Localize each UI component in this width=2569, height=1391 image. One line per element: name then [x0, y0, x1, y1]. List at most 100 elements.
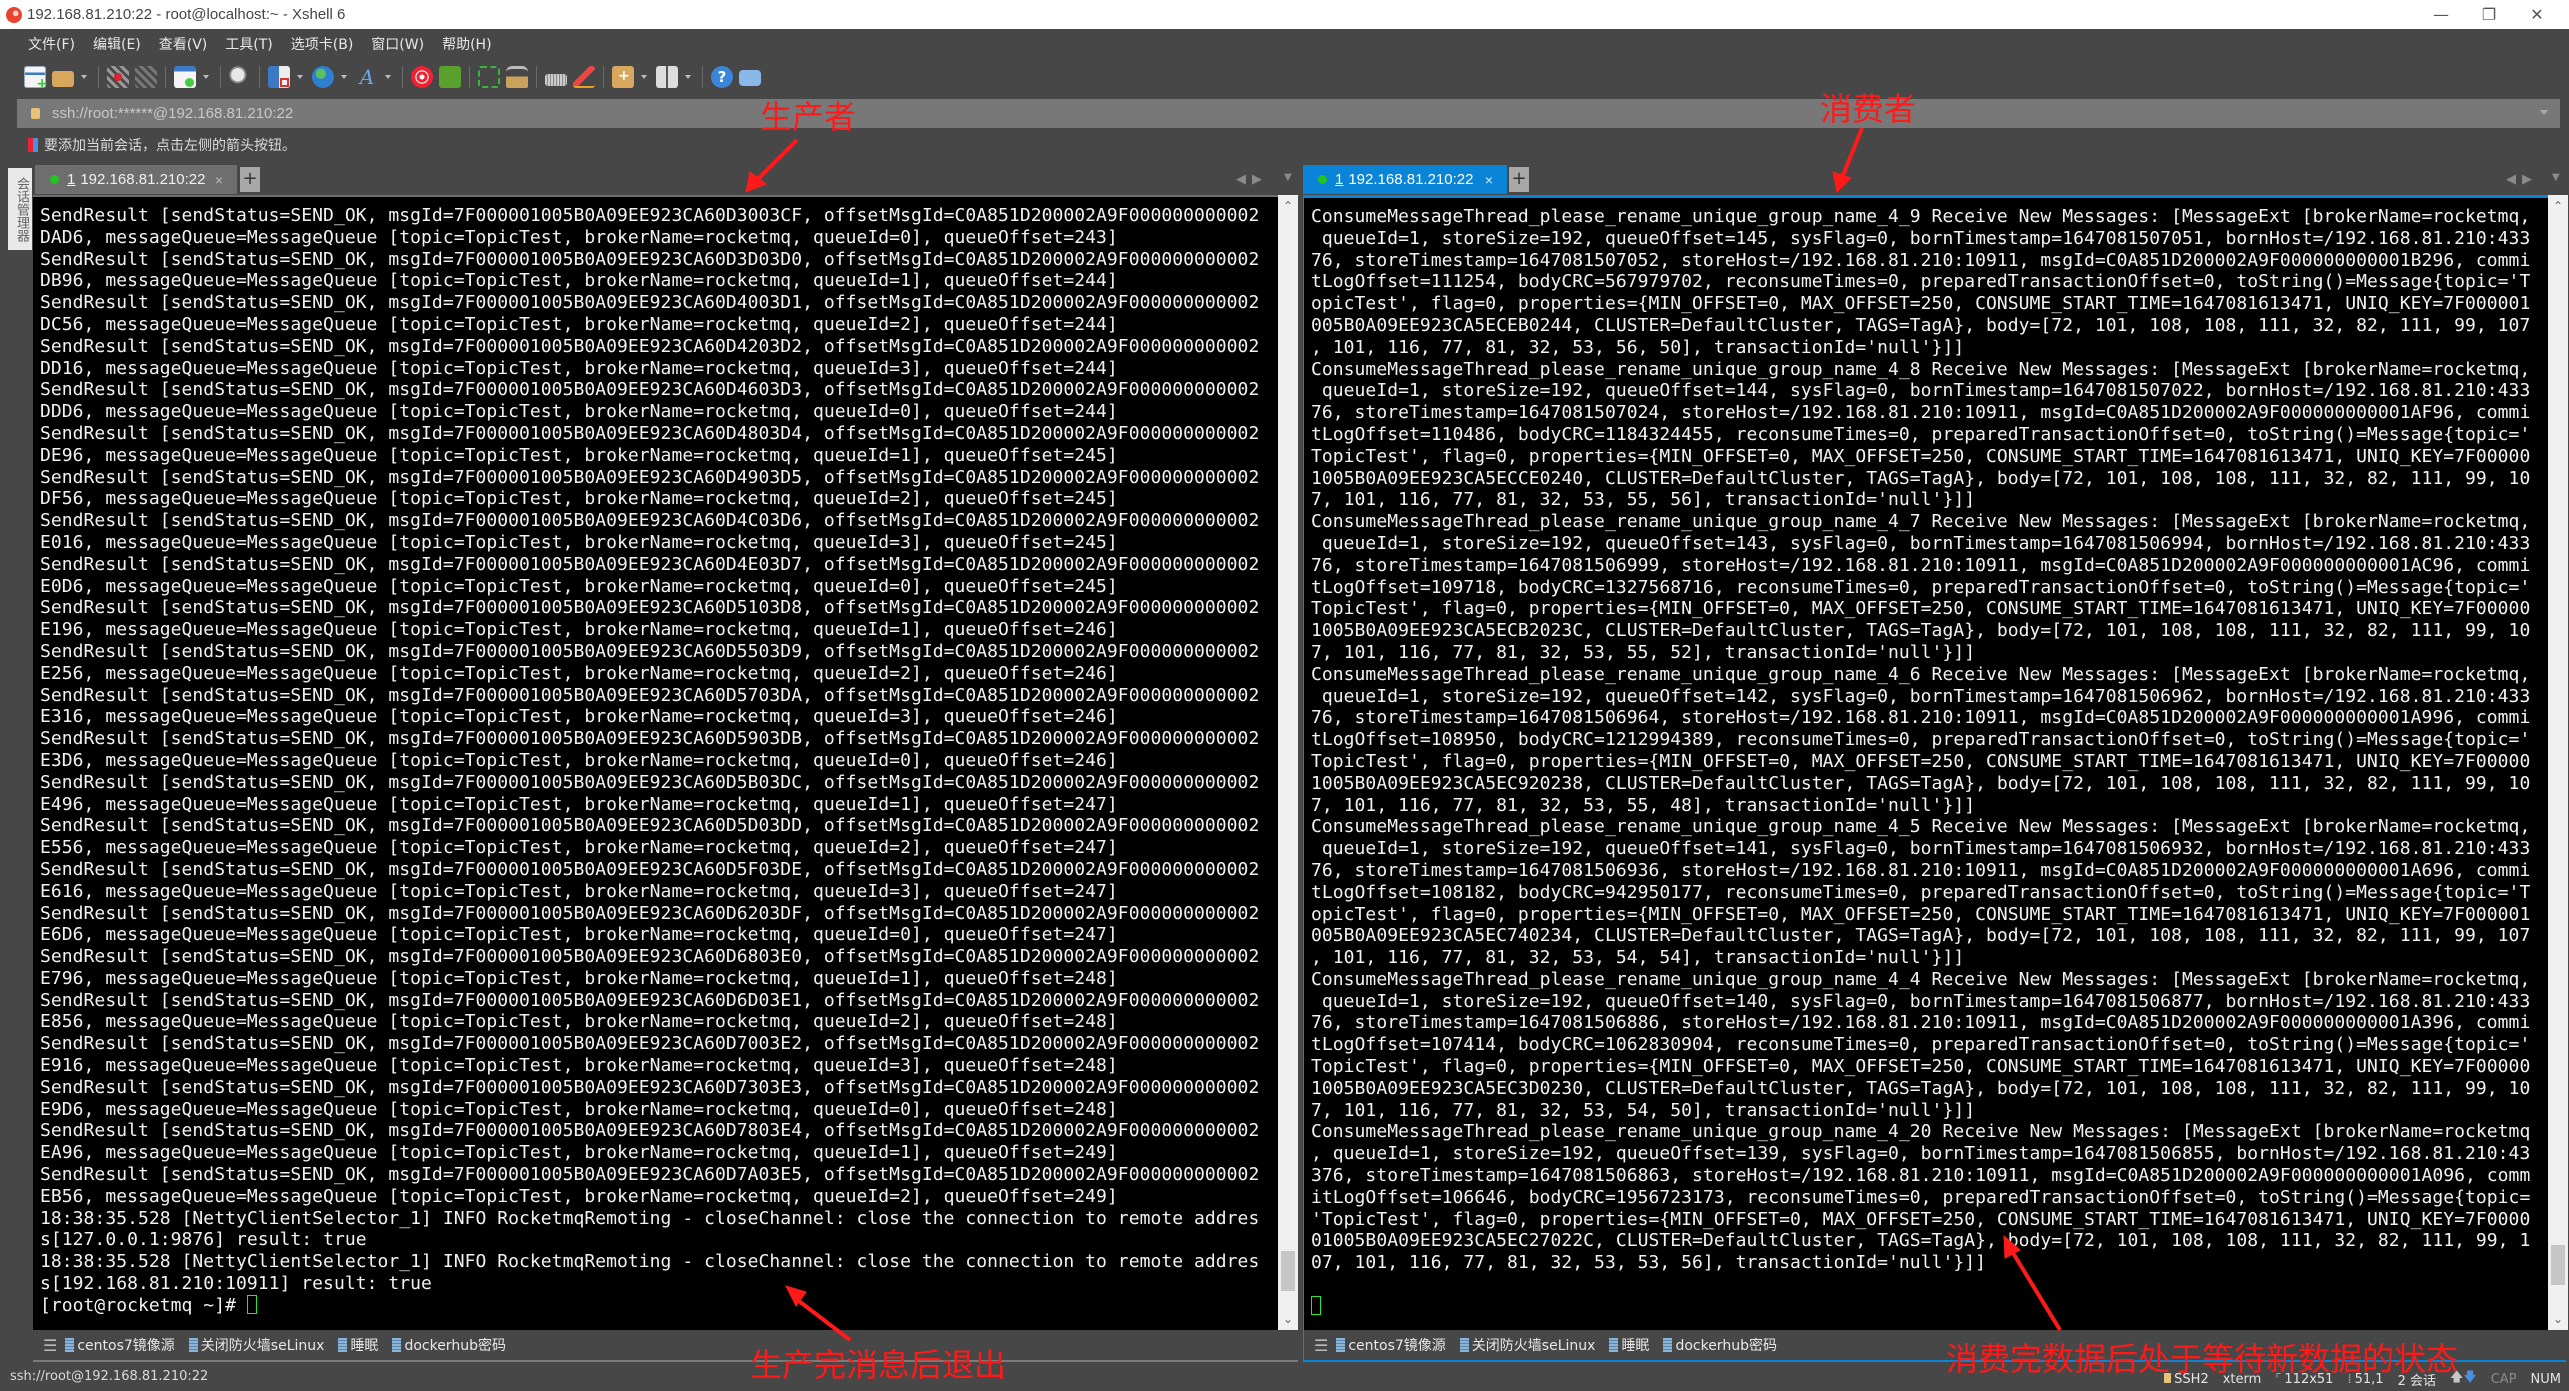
tab-right-session[interactable]: 1 192.168.81.210:22 × [1303, 165, 1507, 194]
tab-list-dropdown-icon[interactable]: ▼ [1284, 172, 1298, 183]
quick-command-icon [1459, 1338, 1469, 1352]
menu-window[interactable]: 窗口(W) [371, 34, 424, 54]
terminal-output: ConsumeMessageThread_please_rename_uniqu… [1304, 198, 2548, 1318]
toolbar-separator [469, 66, 470, 88]
address-input[interactable]: ssh://root:******@192.168.81.210:22 [52, 105, 293, 122]
disconnect-icon[interactable] [107, 66, 129, 88]
layout-icon[interactable] [656, 66, 678, 88]
toolbar-separator [98, 66, 99, 88]
quick-command-item[interactable]: 睡眠 [338, 1335, 378, 1355]
toolbar-separator [165, 66, 166, 88]
quick-command-label: centos7镜像源 [1348, 1338, 1446, 1354]
tab-left-session[interactable]: 1 192.168.81.210:22 × [35, 165, 237, 194]
connected-status-icon [50, 175, 59, 184]
xshell-window: 192.168.81.210:22 - root@localhost:~ - X… [0, 0, 2569, 1391]
scroll-thumb[interactable] [1281, 1251, 1295, 1291]
quick-command-item[interactable]: dockerhub密码 [392, 1335, 506, 1355]
terminal-producer[interactable]: SendResult [sendStatus=SEND_OK, msgId=7F… [33, 195, 1278, 1330]
terminal-scrollbar-left[interactable]: ⌃ ⌄ [1278, 195, 1298, 1330]
tab-scroll-arrows[interactable]: ◀▶ [1236, 172, 1268, 187]
minimize-button[interactable]: — [2418, 0, 2464, 29]
minimize-icon: — [2433, 5, 2449, 24]
quick-command-menu-icon[interactable]: ☰ [1314, 1336, 1328, 1355]
quick-command-item[interactable]: centos7镜像源 [65, 1335, 175, 1355]
toolbar-separator [402, 66, 403, 88]
fullscreen-icon[interactable] [478, 66, 500, 88]
download-arrow-icon: 🡇 [2463, 1370, 2477, 1385]
scroll-down-icon[interactable]: ⌄ [2548, 1312, 2568, 1326]
toolbar: + A + ? [24, 62, 767, 92]
tab-number: 1 [1335, 171, 1344, 188]
address-bar[interactable]: ssh://root:******@192.168.81.210:22 [17, 99, 2560, 128]
new-file-dropdown[interactable] [640, 66, 648, 88]
menu-help[interactable]: 帮助(H) [442, 34, 491, 54]
keyboard-icon[interactable] [545, 74, 567, 86]
font-icon[interactable]: A [356, 66, 378, 88]
add-session-arrow-icon[interactable] [28, 138, 38, 152]
quick-command-item[interactable]: 关闭防火墙seLinux [1459, 1335, 1595, 1355]
reconnect-icon[interactable] [135, 66, 157, 88]
terminal-scrollbar-right[interactable]: ⌃ ⌄ [2548, 195, 2568, 1330]
tab-label: 192.168.81.210:22 [1348, 171, 1474, 188]
quick-command-item[interactable]: 关闭防火墙seLinux [188, 1335, 325, 1355]
session-manager-tab[interactable]: 会话管理器 [8, 168, 32, 250]
layout-dropdown[interactable] [684, 66, 692, 88]
add-session-hint: 要添加当前会话，点击左侧的箭头按钮。 [28, 133, 296, 157]
open-dropdown[interactable] [80, 66, 88, 88]
open-folder-icon[interactable] [52, 71, 74, 87]
add-tab-button[interactable]: + [1509, 167, 1529, 192]
connected-status-icon [1318, 175, 1327, 184]
close-tab-icon[interactable]: × [215, 172, 223, 188]
quick-command-item[interactable]: dockerhub密码 [1663, 1335, 1777, 1355]
menu-tabs[interactable]: 选项卡(B) [291, 34, 354, 54]
scroll-thumb[interactable] [2551, 1245, 2565, 1285]
close-icon: ✕ [2530, 5, 2544, 24]
menu-edit[interactable]: 编辑(E) [93, 34, 141, 54]
terminal-output: SendResult [sendStatus=SEND_OK, msgId=7F… [40, 205, 1260, 1316]
tab-list-dropdown-icon[interactable]: ▼ [2552, 172, 2566, 183]
toolbar-separator [702, 66, 703, 88]
xftp-icon[interactable] [439, 66, 461, 88]
properties-dropdown[interactable] [202, 66, 210, 88]
menu-bar: 文件(F) 编辑(E) 查看(V) 工具(T) 选项卡(B) 窗口(W) 帮助(… [10, 29, 492, 59]
scroll-down-icon[interactable]: ⌄ [1278, 1312, 1298, 1326]
globe-icon[interactable] [312, 66, 334, 88]
terminal-cursor [246, 1294, 257, 1314]
restore-button[interactable]: ❐ [2466, 0, 2512, 29]
quick-command-menu-icon[interactable]: ☰ [43, 1336, 57, 1355]
menu-file[interactable]: 文件(F) [28, 34, 75, 54]
help-icon[interactable]: ? [711, 66, 733, 88]
close-tab-icon[interactable]: × [1485, 172, 1493, 188]
chat-icon[interactable] [739, 70, 761, 86]
new-file-icon[interactable]: + [612, 66, 634, 88]
arrow-consumer-head [1832, 171, 1852, 194]
quick-command-label: 关闭防火墙seLinux [200, 1338, 325, 1354]
status-caps-lock: CAP [2490, 1371, 2517, 1387]
lock-icon[interactable] [506, 66, 528, 88]
font-dropdown[interactable] [384, 66, 392, 88]
close-button[interactable]: ✕ [2514, 0, 2560, 29]
scroll-up-icon[interactable]: ⌃ [1278, 199, 1298, 213]
find-icon[interactable] [229, 66, 251, 88]
tab-scroll-arrows[interactable]: ◀▶ [2506, 172, 2538, 187]
add-tab-button[interactable]: + [240, 167, 260, 192]
highlight-icon[interactable] [573, 66, 595, 88]
menu-tools[interactable]: 工具(T) [225, 34, 272, 54]
new-session-icon[interactable]: + [24, 66, 48, 91]
toolbar-separator [220, 66, 221, 88]
hint-text: 要添加当前会话，点击左侧的箭头按钮。 [44, 138, 296, 154]
quick-command-item[interactable]: centos7镜像源 [1336, 1335, 1446, 1355]
session-properties-icon[interactable] [174, 66, 196, 88]
terminal-consumer[interactable]: ConsumeMessageThread_please_rename_uniqu… [1303, 195, 2548, 1330]
xshell-logo-icon [6, 6, 22, 23]
tab-label: 192.168.81.210:22 [80, 171, 206, 188]
address-dropdown-icon[interactable] [2540, 110, 2548, 115]
menu-view[interactable]: 查看(V) [159, 34, 208, 54]
quick-command-item[interactable]: 睡眠 [1609, 1335, 1649, 1355]
status-num-lock: NUM [2530, 1371, 2561, 1387]
globe-dropdown[interactable] [340, 66, 348, 88]
color-scheme-icon[interactable] [268, 66, 290, 88]
scroll-up-icon[interactable]: ⌃ [2548, 199, 2568, 213]
color-scheme-dropdown[interactable] [296, 66, 304, 88]
xshell-icon[interactable] [411, 66, 433, 88]
